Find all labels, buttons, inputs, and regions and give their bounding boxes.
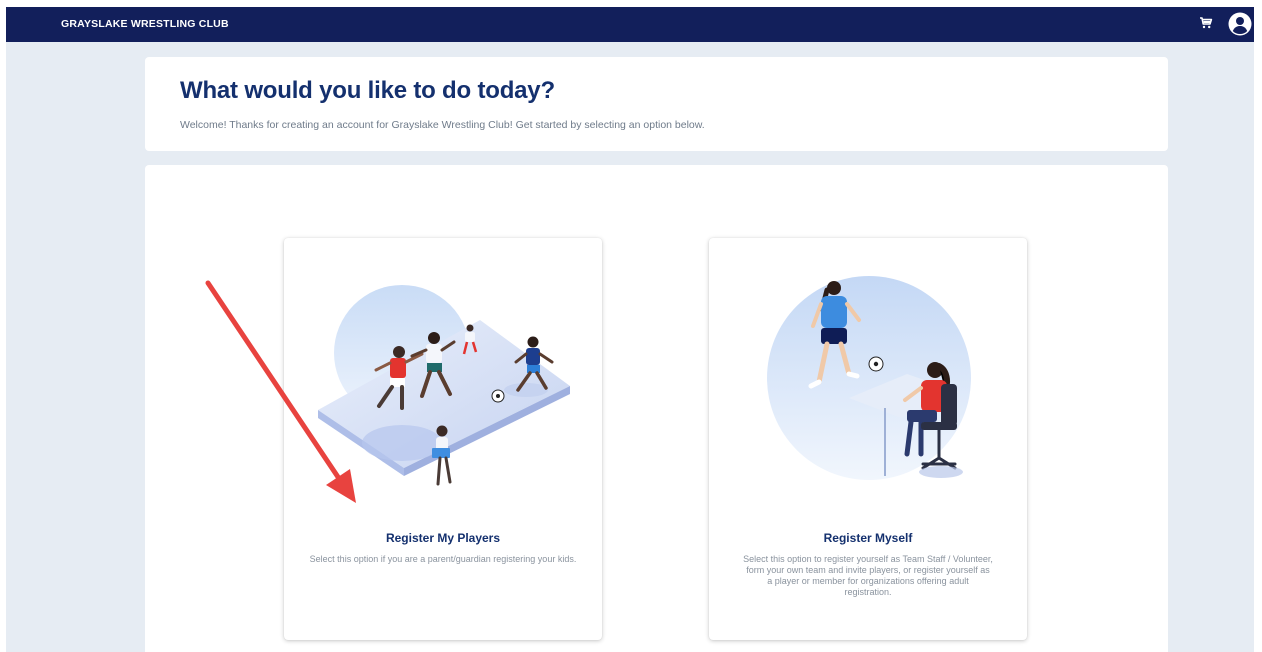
option-description: Select this option to register yourself …	[743, 554, 993, 597]
register-my-players-card[interactable]: Register My Players Select this option i…	[284, 238, 602, 640]
welcome-card: What would you like to do today? Welcome…	[145, 57, 1168, 151]
option-title: Register My Players	[385, 531, 501, 545]
option-title: Register Myself	[823, 531, 913, 545]
staff-volunteer-illustration	[767, 276, 971, 480]
top-navbar: GRAYSLAKE WRESTLING CLUB	[6, 7, 1254, 42]
register-myself-card[interactable]: Register Myself Select this option to re…	[709, 238, 1027, 640]
welcome-subtitle: Welcome! Thanks for creating an account …	[180, 119, 705, 131]
option-description: Select this option if you are a parent/g…	[309, 554, 577, 564]
options-panel: Register My Players Select this option i…	[145, 165, 1168, 652]
players-field-illustration	[318, 285, 570, 486]
brand-name[interactable]: GRAYSLAKE WRESTLING CLUB	[61, 18, 229, 30]
account-circle-icon[interactable]	[1228, 12, 1252, 36]
app-window: GRAYSLAKE WRESTLING CLUB What would you …	[6, 7, 1254, 652]
cart-icon[interactable]	[1199, 16, 1213, 30]
page-title: What would you like to do today?	[180, 77, 555, 104]
